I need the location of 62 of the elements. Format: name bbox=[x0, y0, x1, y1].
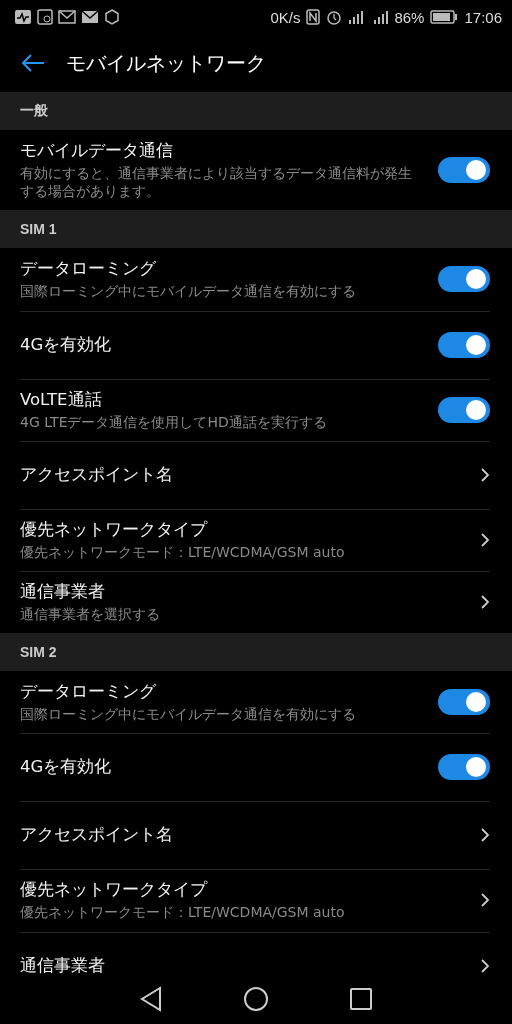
row-title: アクセスポイント名 bbox=[20, 824, 174, 847]
signal-icon bbox=[348, 9, 365, 25]
activity-icon bbox=[14, 9, 32, 25]
section-header: SIM 2 bbox=[20, 644, 57, 661]
chevron-right-icon bbox=[480, 594, 490, 611]
row-title: VoLTE通話 bbox=[20, 388, 103, 411]
row-title: 通信事業者 bbox=[20, 580, 106, 603]
settings-row[interactable]: 優先ネットワークタイプ 優先ネットワークモード：LTE/WCDMA/GSM auto bbox=[0, 508, 512, 571]
alarm-icon bbox=[326, 9, 343, 25]
row-subtitle: 通信事業者を選択する bbox=[20, 604, 161, 624]
chevron-right-icon bbox=[480, 892, 490, 909]
row-subtitle: 優先ネットワークモード：LTE/WCDMA/GSM auto bbox=[20, 903, 346, 922]
row-subtitle: 国際ローミング中にモバイルデータ通信を有効にする bbox=[20, 282, 357, 301]
nfc-icon bbox=[306, 9, 321, 25]
row-title: 優先ネットワークタイプ bbox=[20, 518, 209, 541]
toggle-switch[interactable] bbox=[438, 689, 490, 716]
row-subtitle: 4G LTEデータ通信を使用してHD通話を実行する bbox=[20, 412, 328, 431]
row-title: データローミング bbox=[20, 258, 157, 281]
settings-row[interactable]: アクセスポイント名 bbox=[0, 440, 512, 509]
settings-row[interactable]: 通信事業者 bbox=[0, 931, 512, 974]
settings-row[interactable]: アクセスポイント名 bbox=[0, 801, 512, 870]
row-subtitle: 有効にすると、通信事業者により該当するデータ通信料が発生する場合があります。 bbox=[20, 164, 413, 201]
toggle-switch[interactable] bbox=[438, 331, 490, 358]
row-title: 4Gを有効化 bbox=[20, 333, 113, 356]
chevron-right-icon bbox=[480, 957, 490, 974]
settings-row[interactable]: データローミング 国際ローミング中にモバイルデータ通信を有効にする bbox=[0, 671, 512, 734]
settings-row[interactable]: モバイルデータ通信 有効にすると、通信事業者により該当するデータ通信料が発生する場合があります。 bbox=[0, 130, 512, 211]
row-title: データローミング bbox=[20, 681, 157, 704]
row-subtitle: 国際ローミング中にモバイルデータ通信を有効にする bbox=[20, 705, 357, 724]
settings-row[interactable]: 優先ネットワークタイプ 優先ネットワークモード：LTE/WCDMA/GSM auto bbox=[0, 869, 512, 932]
settings-row[interactable]: データローミング 国際ローミング中にモバイルデータ通信を有効にする bbox=[0, 248, 512, 311]
back-arrow-icon[interactable] bbox=[20, 53, 46, 73]
toggle-switch[interactable] bbox=[438, 754, 490, 781]
page-title: モバイルネットワーク bbox=[66, 49, 266, 77]
network-speed: 0K/s bbox=[270, 8, 301, 26]
hexagon-icon bbox=[104, 9, 120, 25]
settings-row[interactable]: 4Gを有効化 bbox=[0, 733, 512, 802]
toggle-switch[interactable] bbox=[438, 157, 490, 184]
mail-icon bbox=[81, 9, 99, 25]
chevron-right-icon bbox=[480, 466, 490, 483]
toggle-switch[interactable] bbox=[438, 396, 490, 423]
row-title: 優先ネットワークタイプ bbox=[20, 879, 209, 902]
back-nav-icon[interactable] bbox=[139, 986, 163, 1012]
chevron-right-icon bbox=[480, 827, 490, 844]
recents-nav-icon[interactable] bbox=[349, 987, 373, 1011]
home-nav-icon[interactable] bbox=[243, 986, 269, 1012]
mail-icon bbox=[58, 9, 76, 25]
row-title: 4Gを有効化 bbox=[20, 756, 113, 779]
chevron-right-icon bbox=[480, 531, 490, 548]
row-title: 通信事業者 bbox=[20, 954, 106, 974]
settings-row[interactable]: VoLTE通話 4G LTEデータ通信を使用してHD通話を実行する bbox=[0, 378, 512, 441]
clock: 17:06 bbox=[464, 8, 502, 26]
settings-row[interactable]: 4Gを有効化 bbox=[0, 310, 512, 379]
toggle-switch[interactable] bbox=[438, 266, 490, 293]
row-subtitle: 優先ネットワークモード：LTE/WCDMA/GSM auto bbox=[20, 542, 346, 561]
battery-icon bbox=[430, 10, 459, 24]
row-title: モバイルデータ通信 bbox=[20, 140, 174, 162]
row-title: アクセスポイント名 bbox=[20, 463, 174, 486]
battery-percent: 86% bbox=[394, 8, 425, 26]
section-header: SIM 1 bbox=[20, 221, 57, 238]
section-header: 一般 bbox=[20, 102, 48, 120]
settings-row[interactable]: 通信事業者 通信事業者を選択する bbox=[0, 570, 512, 634]
